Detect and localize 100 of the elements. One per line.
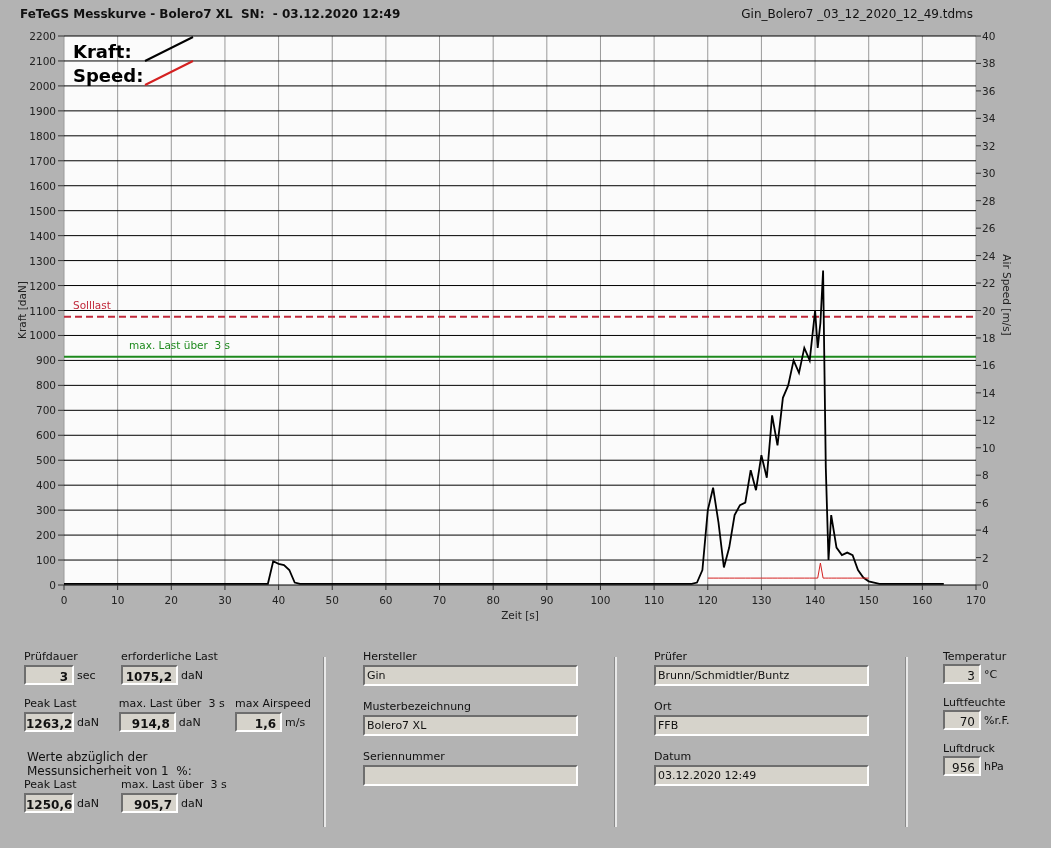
- field-label: Seriennummer: [363, 750, 446, 763]
- y2-tick-label: 18: [982, 331, 996, 344]
- x-tick-label: 110: [644, 594, 665, 606]
- field-label: erforderliche Last: [121, 650, 219, 663]
- y2-tick-label: 38: [982, 57, 996, 70]
- field-label: Luftdruck: [943, 742, 996, 755]
- y2-tick-label: 34: [982, 112, 996, 125]
- unit-label: daN: [178, 715, 201, 729]
- y2-tick-label: 0: [982, 579, 989, 591]
- value-display: 1263,2: [24, 712, 74, 732]
- y-tick-label: 600: [35, 429, 56, 442]
- y2-tick-label: 20: [982, 304, 996, 317]
- x-axis-title: Zeit [s]: [501, 609, 539, 621]
- x-tick-label: 10: [110, 594, 125, 606]
- y-tick-label: 1200: [29, 279, 56, 292]
- value-display: 70: [943, 710, 981, 730]
- file-name: Gin_Bolero7 _03_12_2020_12_49.tdms: [741, 7, 973, 21]
- value-display: 1,6: [235, 712, 283, 732]
- x-tick-label: 0: [60, 594, 68, 606]
- y2-tick-label: 26: [982, 222, 996, 235]
- text-field[interactable]: [363, 765, 578, 786]
- reference-label: max. Last über 3 s: [129, 338, 231, 351]
- x-tick-label: 90: [540, 594, 554, 606]
- y2-tick-label: 22: [982, 277, 996, 290]
- y-axis-title: Kraft [daN]: [16, 281, 28, 339]
- text-field[interactable]: Brunn/Schmidtler/Buntz: [654, 665, 869, 686]
- unit-label: hPa: [984, 759, 1004, 773]
- x-tick-label: 150: [858, 594, 879, 606]
- x-tick-label: 50: [325, 594, 339, 606]
- y-tick-label: 800: [35, 379, 56, 392]
- field-label: Ort: [654, 700, 673, 713]
- y2-tick-label: 6: [982, 496, 989, 509]
- x-tick-label: 170: [966, 594, 986, 606]
- x-tick-label: 60: [379, 594, 393, 606]
- text-field[interactable]: FFB: [654, 715, 869, 736]
- y-tick-label: 0: [49, 579, 56, 591]
- field-label: max Airspeed: [235, 697, 312, 710]
- y2-tick-label: 8: [982, 469, 989, 482]
- x-tick-label: 70: [432, 594, 447, 606]
- y-tick-label: 1800: [29, 129, 56, 142]
- y2-tick-label: 2: [982, 551, 989, 564]
- text-field[interactable]: Gin: [363, 665, 578, 686]
- x-tick-label: 100: [590, 594, 611, 606]
- y-tick-label: 300: [35, 504, 56, 517]
- y-tick-label: 1100: [29, 304, 56, 317]
- unit-label: daN: [77, 796, 99, 810]
- value-display: 905,7: [121, 793, 178, 813]
- y2-tick-label: 24: [982, 249, 996, 262]
- x-tick-label: 160: [912, 594, 933, 606]
- x-tick-label: 120: [697, 594, 718, 606]
- y-tick-label: 500: [35, 454, 56, 467]
- unit-label: daN: [181, 796, 203, 810]
- unit-label: m/s: [285, 715, 306, 729]
- y2-tick-label: 40: [982, 30, 996, 42]
- x-tick-label: 20: [164, 594, 178, 606]
- field-label: Prüfdauer: [24, 650, 79, 663]
- y-tick-label: 100: [35, 554, 56, 567]
- y2-tick-label: 36: [982, 84, 996, 97]
- y-tick-label: 1400: [29, 229, 56, 242]
- field-label: max. Last über 3 s: [121, 778, 228, 791]
- note-text: Werte abzüglich der Messunsicherheit von 1 %:: [26, 750, 193, 778]
- y2-axis-title: Air Speed [m/s]: [1001, 254, 1013, 336]
- value-display: 1075,2: [121, 665, 178, 685]
- y-tick-label: 2100: [29, 54, 56, 67]
- y-tick-label: 1000: [29, 329, 56, 342]
- legend-label: Kraft:: [73, 41, 132, 62]
- field-label: Datum: [654, 750, 693, 763]
- x-tick-label: 130: [751, 594, 772, 606]
- window-title: FeTeGS Messkurve - Bolero7 XL SN: - 03.12.2020 12:49: [20, 7, 401, 21]
- y-tick-label: 1500: [29, 204, 56, 217]
- y-tick-label: 2200: [29, 30, 56, 42]
- y-tick-label: 1900: [29, 104, 56, 117]
- field-label: max. Last über 3 s: [118, 697, 226, 710]
- y2-tick-label: 32: [982, 139, 996, 152]
- field-label: Peak Last: [24, 778, 78, 791]
- field-label: Hersteller: [363, 650, 418, 663]
- value-display: 1250,6: [24, 793, 74, 813]
- y2-tick-label: 16: [982, 359, 996, 372]
- unit-label: %r.F.: [984, 713, 1010, 727]
- field-label: Luftfeuchte: [943, 696, 1007, 709]
- value-display: 3: [943, 664, 981, 684]
- y-tick-label: 200: [35, 529, 56, 542]
- text-field[interactable]: Bolero7 XL: [363, 715, 578, 736]
- y-tick-label: 1600: [29, 179, 56, 192]
- y2-tick-label: 4: [982, 524, 989, 537]
- y-tick-label: 900: [35, 354, 56, 367]
- x-tick-label: 140: [805, 594, 826, 606]
- field-label: Temperatur: [943, 650, 1008, 663]
- x-tick-label: 40: [271, 594, 286, 606]
- field-label: Peak Last: [24, 697, 78, 710]
- value-display: 914,8: [118, 712, 176, 732]
- text-field[interactable]: 03.12.2020 12:49: [654, 765, 869, 786]
- x-tick-label: 30: [218, 594, 232, 606]
- field-label: Musterbezeichnung: [363, 700, 473, 713]
- y-tick-label: 1700: [29, 154, 56, 167]
- y-tick-label: 2000: [29, 79, 56, 92]
- y2-tick-label: 30: [982, 167, 996, 180]
- reference-label: Solllast: [73, 298, 111, 311]
- y-tick-label: 400: [35, 479, 56, 492]
- y2-tick-label: 14: [982, 386, 996, 399]
